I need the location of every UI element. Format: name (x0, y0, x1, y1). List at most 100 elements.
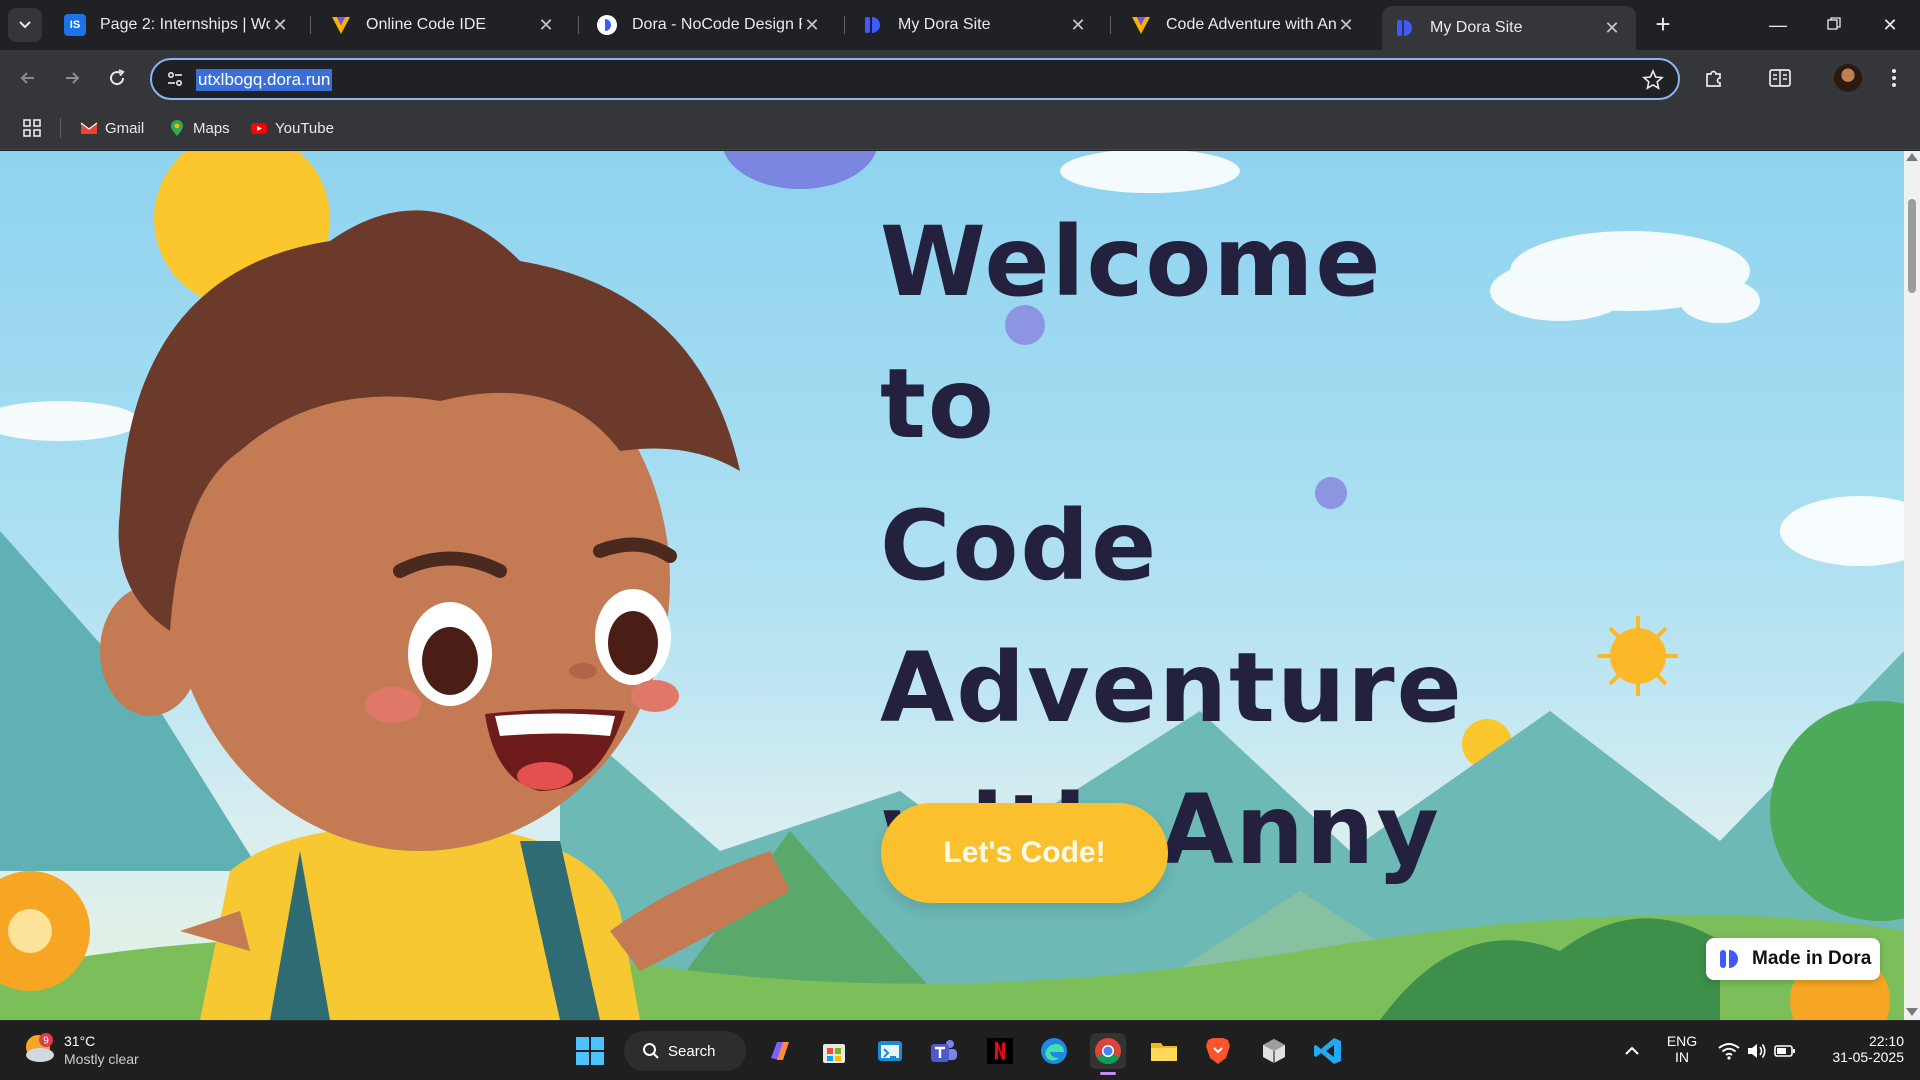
brave-app[interactable] (1200, 1033, 1236, 1069)
teams-app[interactable] (926, 1033, 962, 1069)
edge-app[interactable] (1036, 1033, 1072, 1069)
language-indicator[interactable]: ENG IN (1660, 1033, 1704, 1065)
tab-strip: IS Page 2: Internships | Work ✕ Online C… (0, 0, 1920, 50)
dev-app[interactable] (872, 1033, 908, 1069)
forward-button[interactable] (56, 62, 88, 94)
windows-logo-icon (576, 1037, 604, 1065)
apps-grid-icon (23, 119, 41, 137)
reload-icon (110, 69, 125, 86)
scrollbar-thumb[interactable] (1908, 199, 1916, 293)
bookmark-gmail[interactable]: Gmail (80, 116, 144, 140)
page-scrollbar[interactable] (1904, 151, 1920, 1020)
microsoft-store-app[interactable] (816, 1033, 852, 1069)
tab-my-dora-site[interactable]: My Dora Site ✕ (850, 6, 1102, 44)
chrome-icon (1095, 1038, 1121, 1065)
quick-settings-button[interactable] (1712, 1033, 1802, 1069)
profile-avatar[interactable] (1834, 64, 1862, 92)
hero-heading-line: Welcome to (880, 206, 1383, 460)
tab-my-dora-site-active[interactable]: My Dora Site ✕ (1382, 6, 1636, 50)
app-window-icon (878, 1041, 902, 1061)
dora-logo-icon (1720, 950, 1738, 968)
volume-icon (1748, 1044, 1766, 1058)
new-tab-button[interactable]: + (1650, 11, 1676, 38)
weather-condition: Mostly clear (64, 1051, 139, 1067)
tab-search-button[interactable] (8, 8, 42, 42)
lets-code-button[interactable]: Let's Code! (881, 803, 1168, 903)
bookmark-maps[interactable]: Maps (168, 116, 230, 140)
region-code: IN (1675, 1049, 1689, 1065)
wifi-icon (1718, 1043, 1740, 1060)
bookmark-label: Maps (193, 119, 230, 137)
close-icon[interactable]: ✕ (1602, 18, 1622, 38)
bookmark-youtube[interactable]: YouTube (250, 116, 334, 140)
search-label: Search (668, 1042, 716, 1060)
small-sun-illustration (1598, 616, 1678, 696)
search-icon (643, 1043, 659, 1059)
apps-button[interactable] (22, 116, 42, 140)
terminal-app[interactable] (1256, 1033, 1292, 1069)
arrow-left-icon (20, 72, 34, 84)
tab-code-adventure[interactable]: Code Adventure with Anny ✕ (1118, 6, 1370, 44)
tab-separator (844, 16, 845, 34)
tab-separator (1110, 16, 1111, 34)
copilot-app[interactable] (762, 1033, 798, 1069)
minimize-button[interactable]: — (1764, 12, 1792, 38)
close-icon[interactable]: ✕ (536, 15, 556, 35)
arrow-right-icon (66, 72, 80, 84)
maps-icon (171, 120, 183, 136)
vscode-app[interactable] (1310, 1033, 1346, 1069)
hero-heading-line: Adventure (880, 632, 1464, 744)
reload-button[interactable] (101, 62, 133, 94)
v-logo-icon (1132, 17, 1150, 34)
chevron-down-icon (19, 21, 31, 29)
close-icon[interactable]: ✕ (270, 15, 290, 35)
file-explorer-app[interactable] (1146, 1033, 1182, 1069)
start-button[interactable] (572, 1033, 608, 1069)
browser-menu-button[interactable] (1880, 64, 1908, 92)
scroll-down-arrow-icon[interactable] (1906, 1008, 1918, 1016)
address-text[interactable]: utxlbogq.dora.run (196, 69, 333, 91)
reading-mode-icon (1769, 69, 1791, 87)
made-in-dora-badge[interactable]: Made in Dora (1706, 938, 1880, 980)
tab-title: My Dora Site (1430, 19, 1523, 36)
close-icon[interactable]: ✕ (1068, 15, 1088, 35)
scroll-up-arrow-icon[interactable] (1906, 153, 1918, 161)
netflix-app[interactable] (982, 1033, 1018, 1069)
weather-temperature: 31°C (64, 1033, 96, 1049)
internshala-icon: IS (64, 14, 86, 36)
close-window-button[interactable]: ✕ (1876, 12, 1904, 38)
taskbar-search[interactable]: Search (624, 1031, 746, 1071)
site-settings-icon[interactable] (166, 70, 184, 88)
tab-title: Dora - NoCode Design Pla (632, 16, 802, 33)
reading-list-button[interactable] (1766, 64, 1794, 92)
tab-internships[interactable]: IS Page 2: Internships | Work ✕ (52, 6, 304, 44)
back-button[interactable] (12, 62, 44, 94)
vscode-icon (1314, 1038, 1341, 1064)
address-bar[interactable]: utxlbogq.dora.run (150, 58, 1680, 100)
extensions-button[interactable] (1700, 64, 1728, 92)
folder-icon (1151, 1043, 1177, 1061)
netflix-icon (987, 1038, 1013, 1064)
puzzle-icon (1706, 70, 1721, 87)
chevron-up-icon (1625, 1046, 1639, 1055)
restore-button[interactable] (1820, 12, 1848, 38)
cube-app-icon (1263, 1039, 1285, 1063)
tab-online-code-ide[interactable]: Online Code IDE ✕ (318, 6, 570, 44)
weather-widget[interactable]: 9 31°C Mostly clear (22, 1031, 139, 1072)
close-icon[interactable]: ✕ (1336, 15, 1356, 35)
language-code: ENG (1666, 1033, 1698, 1049)
show-hidden-icons-button[interactable] (1614, 1033, 1650, 1069)
chrome-app[interactable] (1090, 1033, 1126, 1075)
tab-dora-nocode[interactable]: Dora - NoCode Design Pla ✕ (584, 6, 836, 44)
dora-logo-icon (597, 15, 617, 35)
bookmark-star-icon[interactable] (1642, 69, 1664, 91)
close-icon[interactable]: ✕ (802, 15, 822, 35)
gmail-icon (80, 122, 98, 134)
bookmark-label: YouTube (275, 119, 334, 137)
weather-moon-cloud-icon: 9 (26, 1033, 54, 1062)
windows-taskbar: 9 31°C Mostly clear Search ENG IN 22:10 … (0, 1020, 1920, 1080)
battery-icon (1774, 1045, 1795, 1057)
clock[interactable]: 22:10 31-05-2025 (1812, 1033, 1904, 1065)
tab-separator (310, 16, 311, 34)
copilot-icon (771, 1042, 789, 1060)
